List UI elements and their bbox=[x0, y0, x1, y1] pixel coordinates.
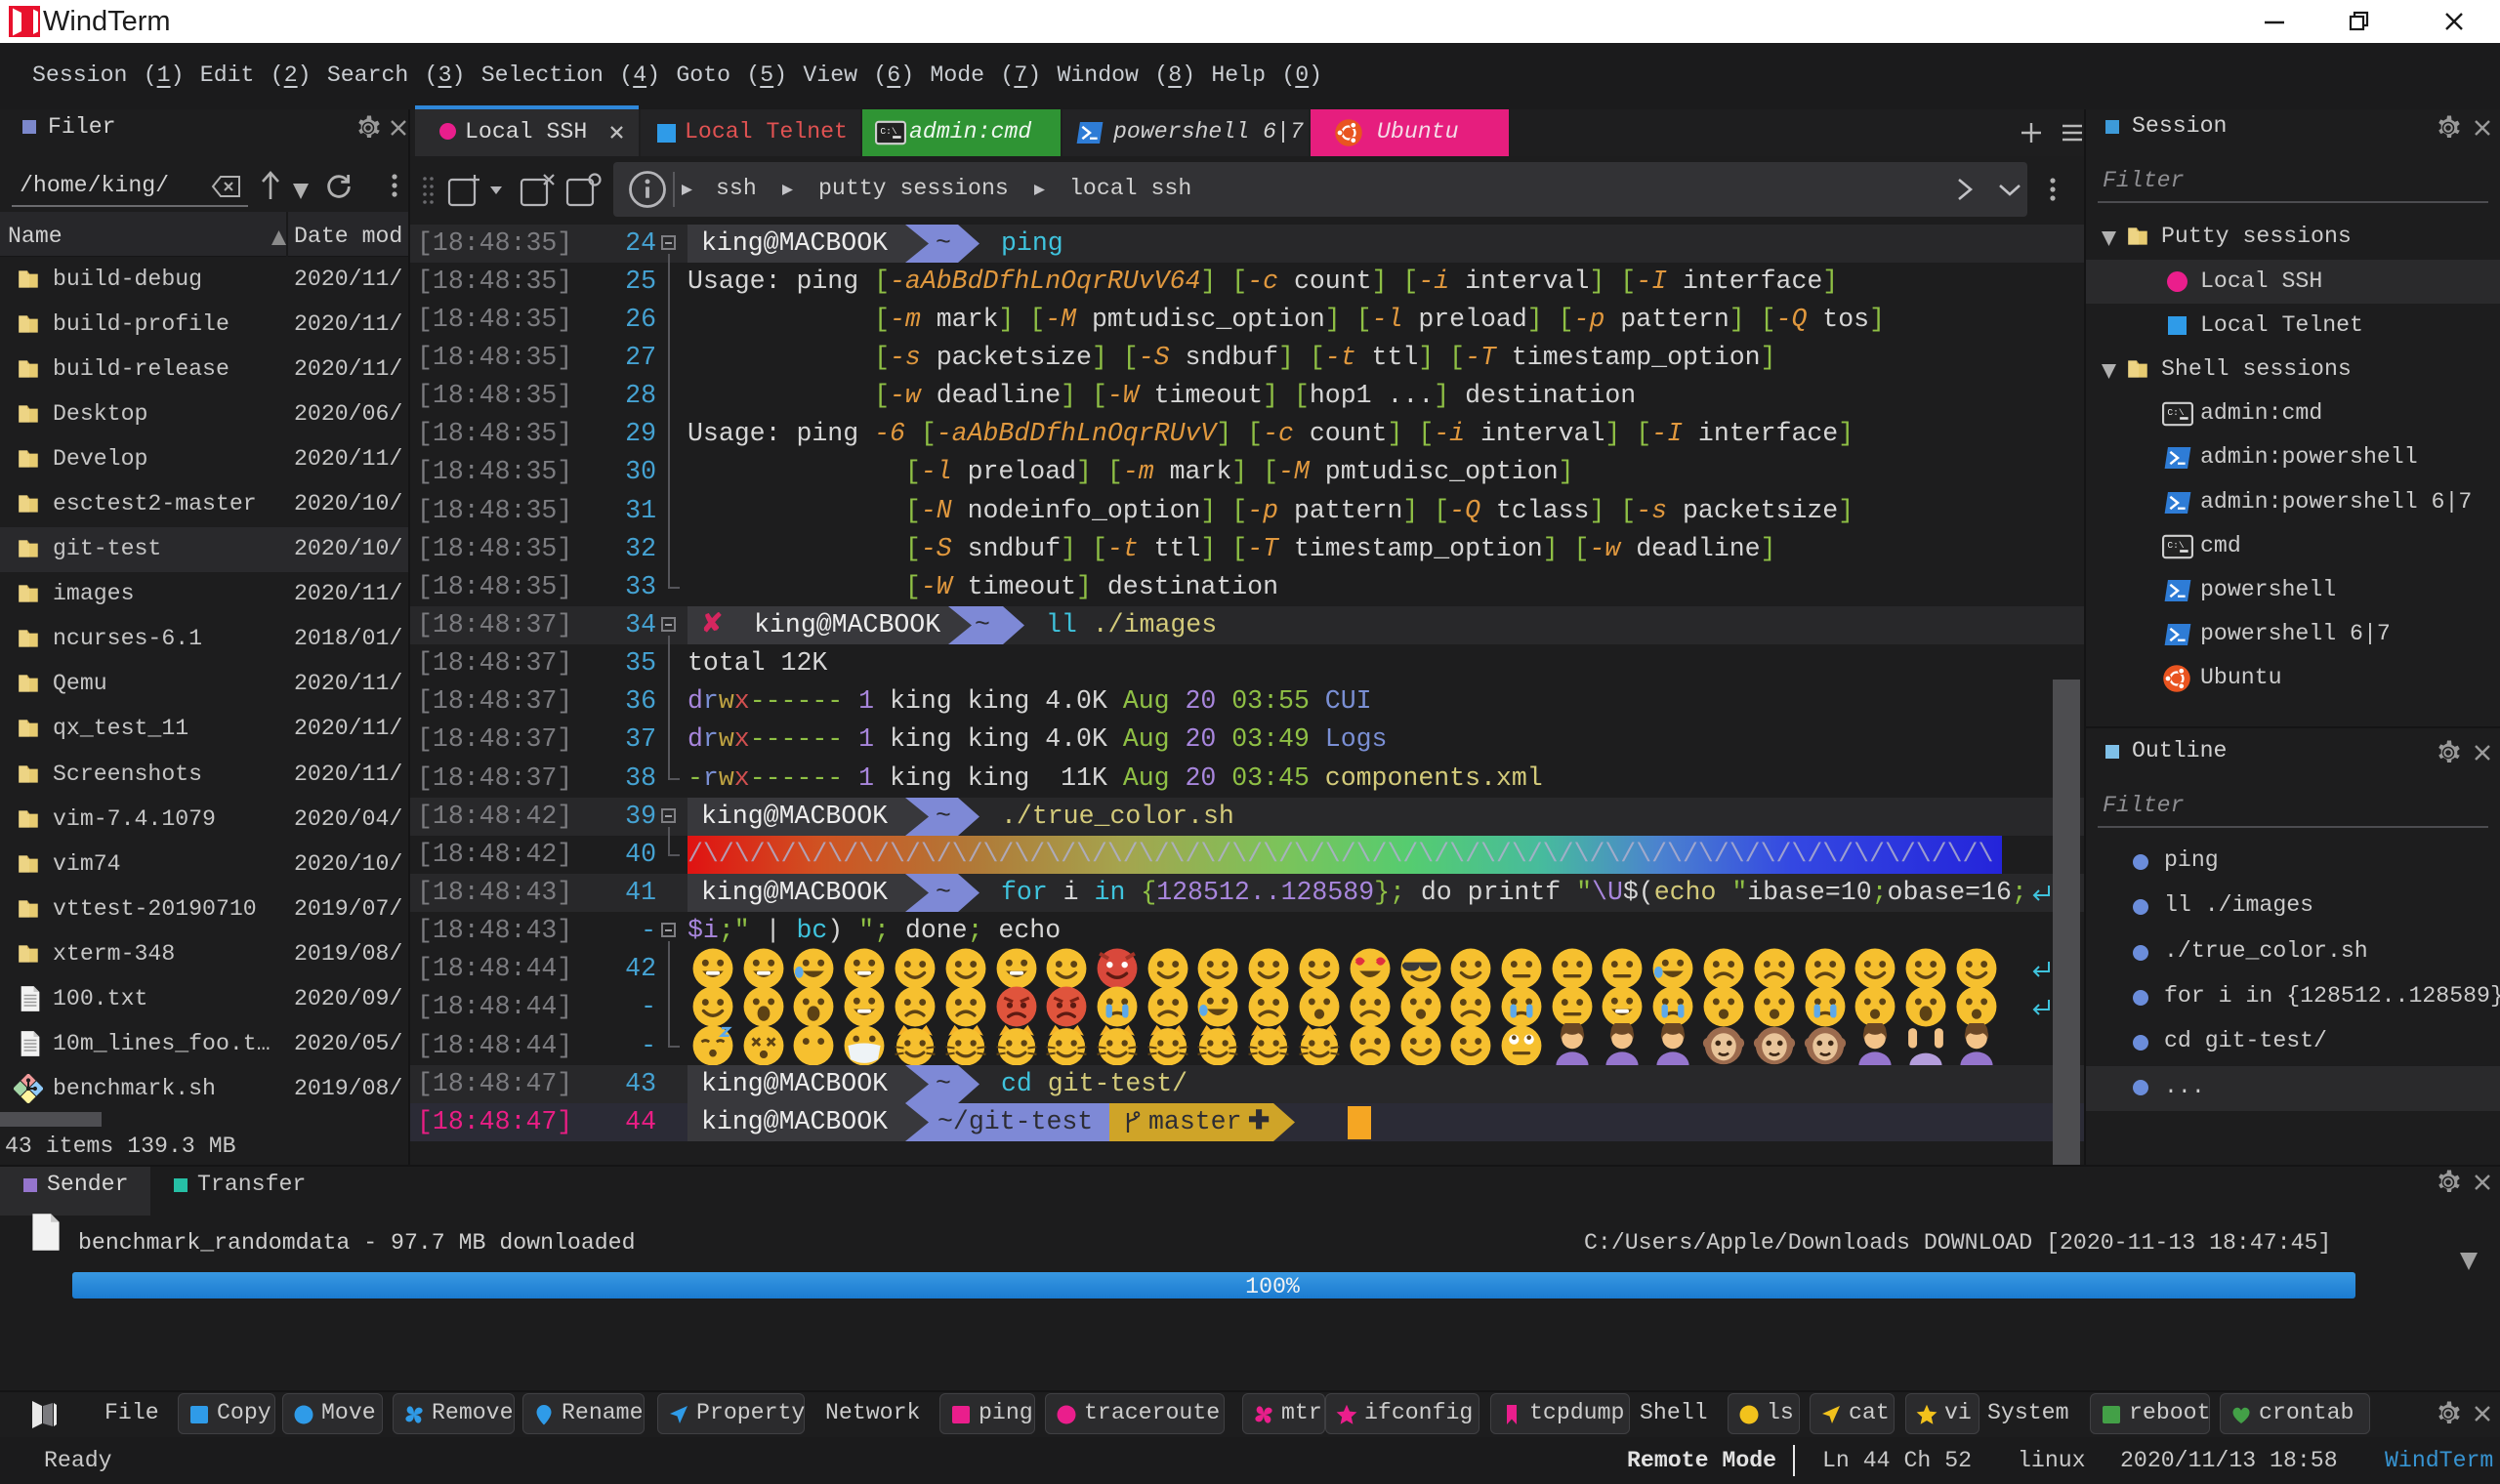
svg-text:C:\: C:\ bbox=[2167, 407, 2185, 418]
svg-text:C:\: C:\ bbox=[2167, 540, 2185, 551]
svg-text:C:\: C:\ bbox=[880, 126, 897, 137]
